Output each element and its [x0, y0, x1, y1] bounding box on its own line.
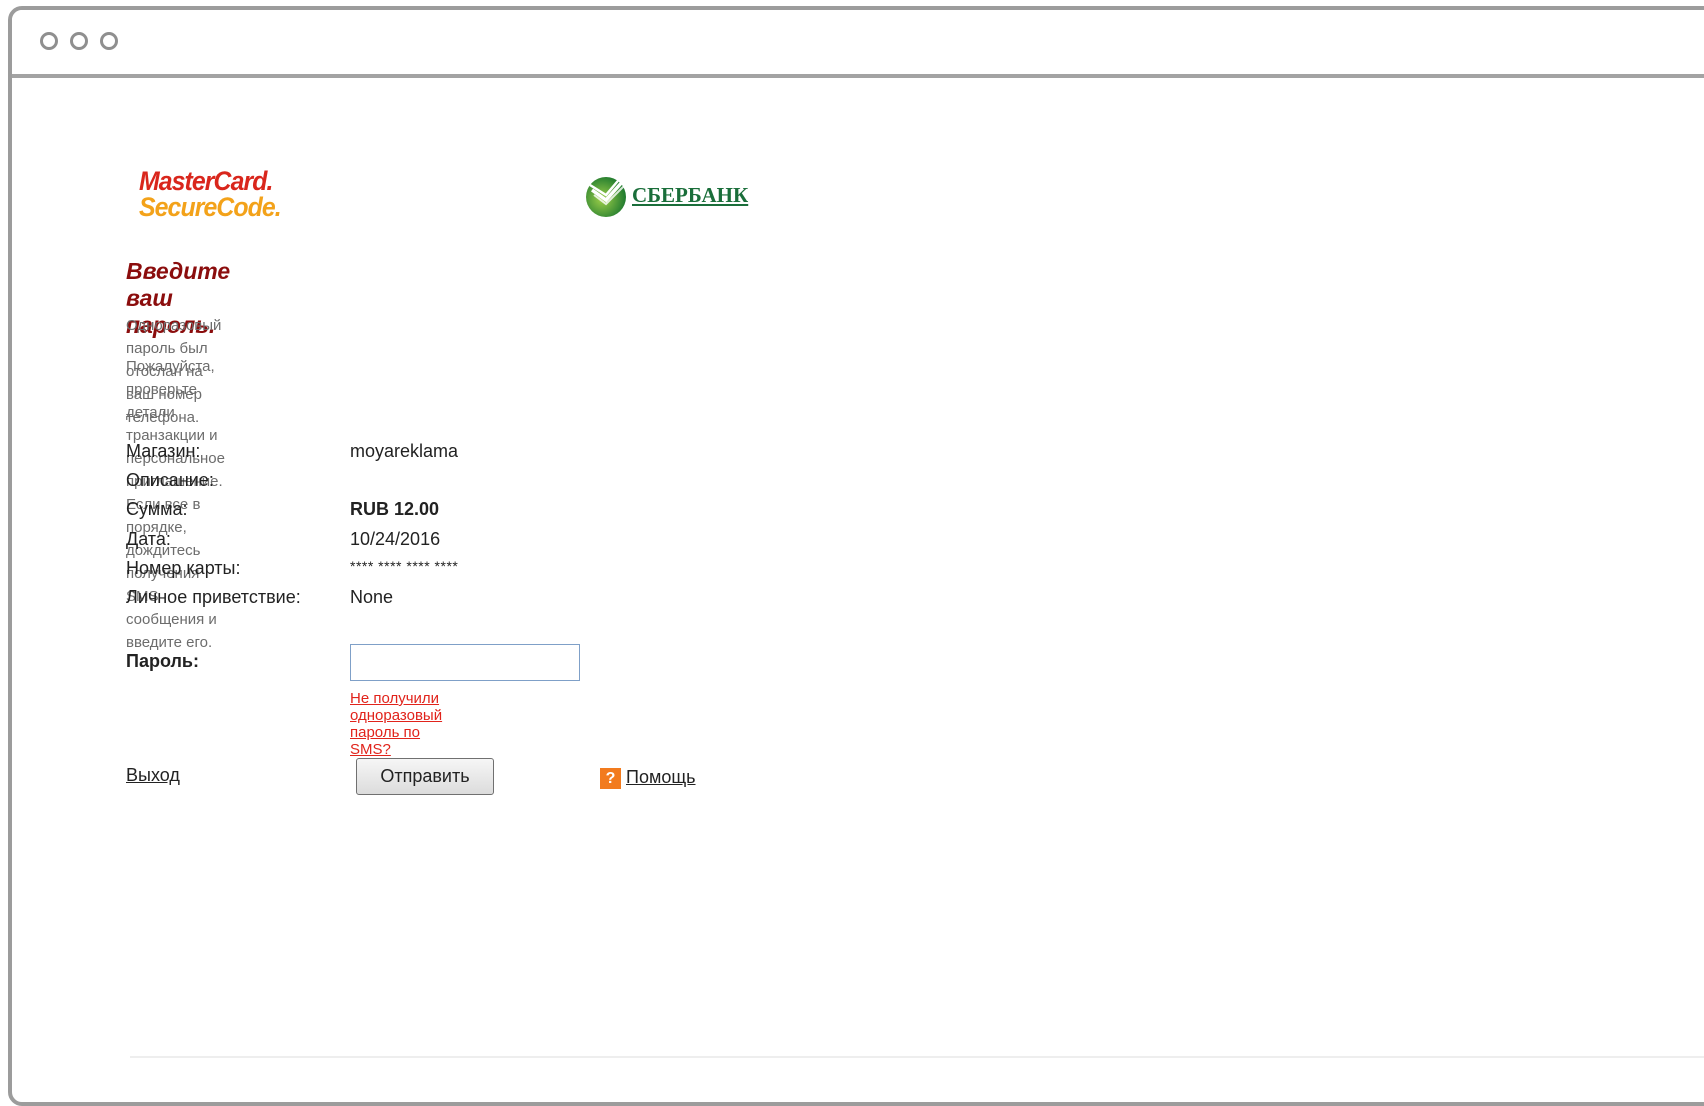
detail-label: Личное приветствие: — [126, 587, 301, 607]
detail-value: None — [350, 587, 394, 607]
window-titlebar — [12, 10, 1704, 78]
window-maximize-control[interactable] — [100, 32, 118, 50]
detail-label: Номер карты: — [126, 558, 241, 578]
detail-label: Магазин: — [126, 441, 201, 461]
detail-label: Сумма: — [126, 499, 188, 519]
submit-button[interactable]: Отправить — [356, 758, 494, 795]
detail-value: **** **** **** **** — [350, 558, 459, 574]
window-close-control[interactable] — [40, 32, 58, 50]
sberbank-emblem-icon — [586, 175, 627, 217]
resend-sms-link[interactable]: Не получили одноразовый пароль по SMS? — [350, 690, 442, 758]
detail-label: Дата: — [126, 529, 171, 549]
detail-label: Описание: — [126, 470, 214, 490]
page-divider — [130, 1056, 1704, 1058]
password-label: Пароль: — [126, 651, 199, 671]
help-link[interactable]: Помощь — [626, 767, 696, 788]
help-icon[interactable]: ? — [600, 768, 621, 789]
password-input[interactable] — [350, 644, 580, 681]
window-minimize-control[interactable] — [70, 32, 88, 50]
securecode-logo-text: SecureCode — [139, 192, 276, 222]
mastercard-securecode-logo: MasterCard. SecureCode. — [139, 166, 282, 222]
detail-value: moyareklama — [350, 441, 459, 461]
sberbank-logo-text: СБЕРБАНК — [632, 182, 749, 207]
detail-value: RUB 12.00 — [350, 499, 440, 519]
detail-value: 10/24/2016 — [350, 529, 441, 549]
help-link-group[interactable]: ? Помощь — [600, 765, 696, 789]
exit-link[interactable]: Выход — [126, 765, 180, 786]
sberbank-logo: СБЕРБАНК — [584, 172, 748, 218]
